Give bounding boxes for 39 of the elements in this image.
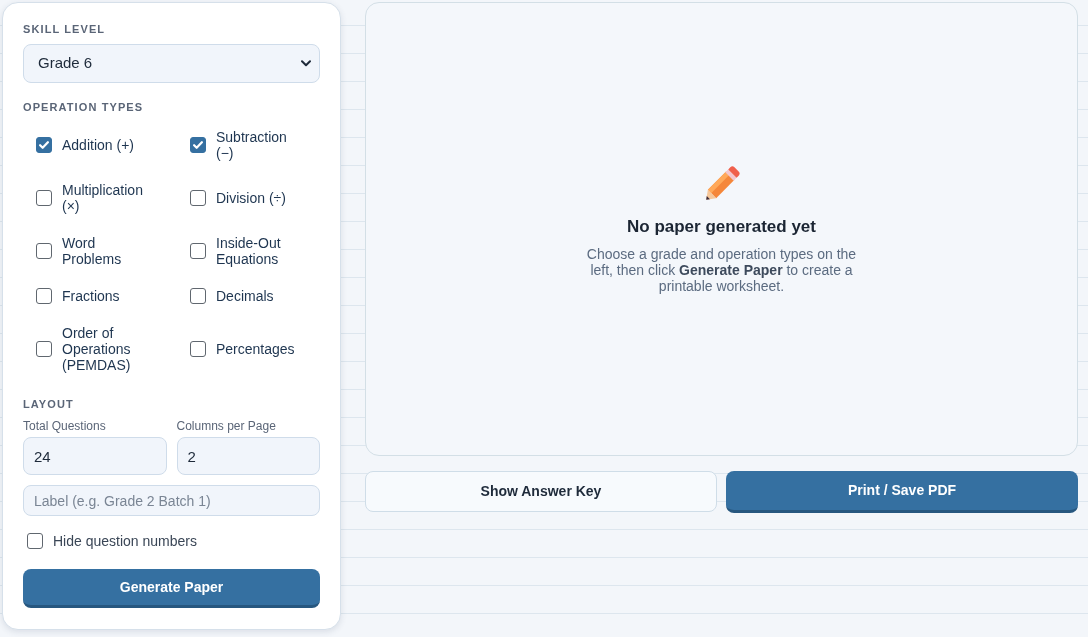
checkbox[interactable] [36,190,52,206]
checkbox-label[interactable]: Decimals [216,288,274,304]
empty-state-title: No paper generated yet [627,216,816,238]
checkbox[interactable] [190,288,206,304]
checkbox[interactable] [27,533,43,549]
section-label: LAYOUT [23,397,75,411]
label-field[interactable]: Label (e.g. Grade 2 Batch 1) [23,485,320,516]
number-field[interactable]: 24 [23,437,167,475]
chevron-down-icon [301,60,311,67]
checkbox[interactable] [190,190,206,206]
generate-paper-button[interactable]: Generate Paper [23,569,320,608]
checkbox-label[interactable]: Percentages [216,341,295,357]
checkmark-icon [193,141,203,149]
checkbox-label[interactable]: Subtraction (−) [216,129,306,161]
checkbox[interactable] [36,341,52,357]
checkbox-label[interactable]: Hide question numbers [53,533,197,549]
section-label: OPERATION TYPES [23,100,145,114]
print-button[interactable]: Print / Save PDF [726,471,1078,513]
answer-key-button[interactable]: Show Answer Key [365,471,717,512]
checkbox-label[interactable]: Addition (+) [62,137,134,153]
empty-state-message: Choose a grade and operation types on the left, then click Generate Paper to create a printable worksheet. [585,246,858,294]
number-field[interactable]: 2 [176,437,320,475]
checkbox[interactable] [36,137,52,153]
field-label: Columns per Page [176,419,277,434]
checkbox-label[interactable]: Division (÷) [216,190,286,206]
checkbox[interactable] [36,243,52,259]
checkbox[interactable] [190,243,206,259]
grade-select[interactable]: Grade 6 [23,44,320,83]
section-label: SKILL LEVEL [23,22,107,36]
checkbox-label[interactable]: Multiplication (×) [62,182,152,214]
checkbox[interactable] [36,288,52,304]
checkbox-label[interactable]: Order of Operations (PEMDAS) [62,325,152,373]
checkbox-label[interactable]: Fractions [62,288,120,304]
checkbox[interactable] [190,341,206,357]
checkbox-label[interactable]: Inside-Out Equations [216,235,306,267]
checkbox[interactable] [190,137,206,153]
checkmark-icon [39,141,49,149]
checkbox-label[interactable]: Word Problems [62,235,152,267]
field-label: Total Questions [23,419,107,434]
